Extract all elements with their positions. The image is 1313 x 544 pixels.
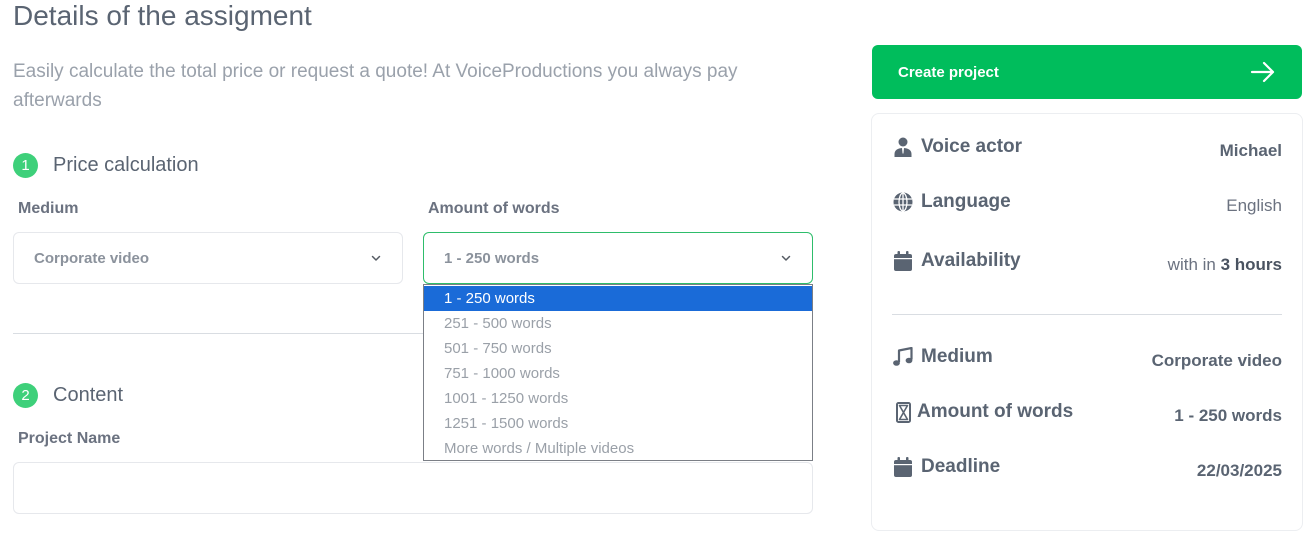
- globe-icon: [892, 191, 914, 213]
- hourglass-icon: [892, 401, 914, 423]
- project-name-input[interactable]: [13, 462, 813, 514]
- step-number-badge: 1: [13, 153, 38, 178]
- order-summary-panel: Voice actor Michael Language English Ava…: [871, 113, 1303, 531]
- availability-prefix: with in: [1167, 255, 1216, 274]
- dropdown-option[interactable]: 1 - 250 words: [424, 286, 812, 311]
- user-icon: [892, 136, 914, 158]
- calendar-icon: [892, 456, 914, 478]
- summary-value: Michael: [1219, 141, 1282, 160]
- summary-label: Voice actor: [921, 136, 1023, 157]
- summary-row-medium: Medium Corporate video: [892, 346, 1282, 370]
- summary-row-amount-of-words: Amount of words 1 - 250 words: [892, 401, 1282, 425]
- medium-label: Medium: [18, 200, 79, 217]
- dropdown-option[interactable]: More words / Multiple videos: [424, 436, 812, 461]
- create-project-button[interactable]: Create project: [872, 45, 1302, 99]
- dropdown-option[interactable]: 1251 - 1500 words: [424, 411, 812, 436]
- step-price-calculation: 1 Price calculation: [13, 153, 199, 178]
- summary-label: Availability: [921, 250, 1021, 271]
- summary-value: English: [1226, 196, 1282, 215]
- dropdown-option[interactable]: 501 - 750 words: [424, 336, 812, 361]
- summary-value: with in 3 hours: [1168, 255, 1282, 275]
- summary-divider: [892, 314, 1282, 315]
- page-title: Details of the assigment: [13, 0, 312, 31]
- chevron-down-icon: [371, 255, 381, 261]
- summary-row-deadline: Deadline 22/03/2025: [892, 456, 1282, 480]
- summary-label: Deadline: [921, 456, 1001, 477]
- summary-label: Language: [921, 191, 1011, 212]
- intro-text: Easily calculate the total price or requ…: [13, 61, 738, 111]
- amount-of-words-select-value: 1 - 250 words: [444, 249, 540, 267]
- step-title: Content: [53, 384, 124, 406]
- dropdown-option[interactable]: 1001 - 1250 words: [424, 386, 812, 411]
- arrow-right-icon: [1250, 61, 1275, 83]
- amount-of-words-label: Amount of words: [428, 200, 560, 217]
- music-note-icon: [892, 346, 914, 368]
- create-project-label: Create project: [898, 63, 999, 81]
- dropdown-option[interactable]: 251 - 500 words: [424, 311, 812, 336]
- amount-of-words-dropdown: 1 - 250 words 251 - 500 words 501 - 750 …: [423, 284, 813, 461]
- calendar-icon: [892, 250, 914, 272]
- section-divider: [13, 333, 423, 334]
- summary-label: Amount of words: [917, 401, 1074, 422]
- amount-of-words-select[interactable]: 1 - 250 words: [423, 232, 813, 284]
- summary-row-language: Language English: [892, 191, 1282, 215]
- step-content: 2 Content: [13, 383, 123, 408]
- summary-value: 22/03/2025: [1196, 461, 1282, 480]
- summary-row-availability: Availability with in 3 hours: [892, 250, 1282, 275]
- dropdown-option[interactable]: 751 - 1000 words: [424, 361, 812, 386]
- summary-value: Corporate video: [1151, 351, 1282, 370]
- medium-select[interactable]: Corporate video: [13, 232, 403, 284]
- summary-label: Medium: [921, 346, 993, 367]
- chevron-down-icon: [781, 255, 791, 261]
- step-title: Price calculation: [53, 154, 199, 176]
- medium-select-value: Corporate video: [34, 249, 150, 267]
- summary-row-voice-actor: Voice actor Michael: [892, 136, 1282, 160]
- project-name-label: Project Name: [18, 430, 121, 447]
- step-number-badge: 2: [13, 383, 38, 408]
- summary-value: 1 - 250 words: [1174, 406, 1282, 425]
- availability-hours: 3 hours: [1220, 255, 1282, 274]
